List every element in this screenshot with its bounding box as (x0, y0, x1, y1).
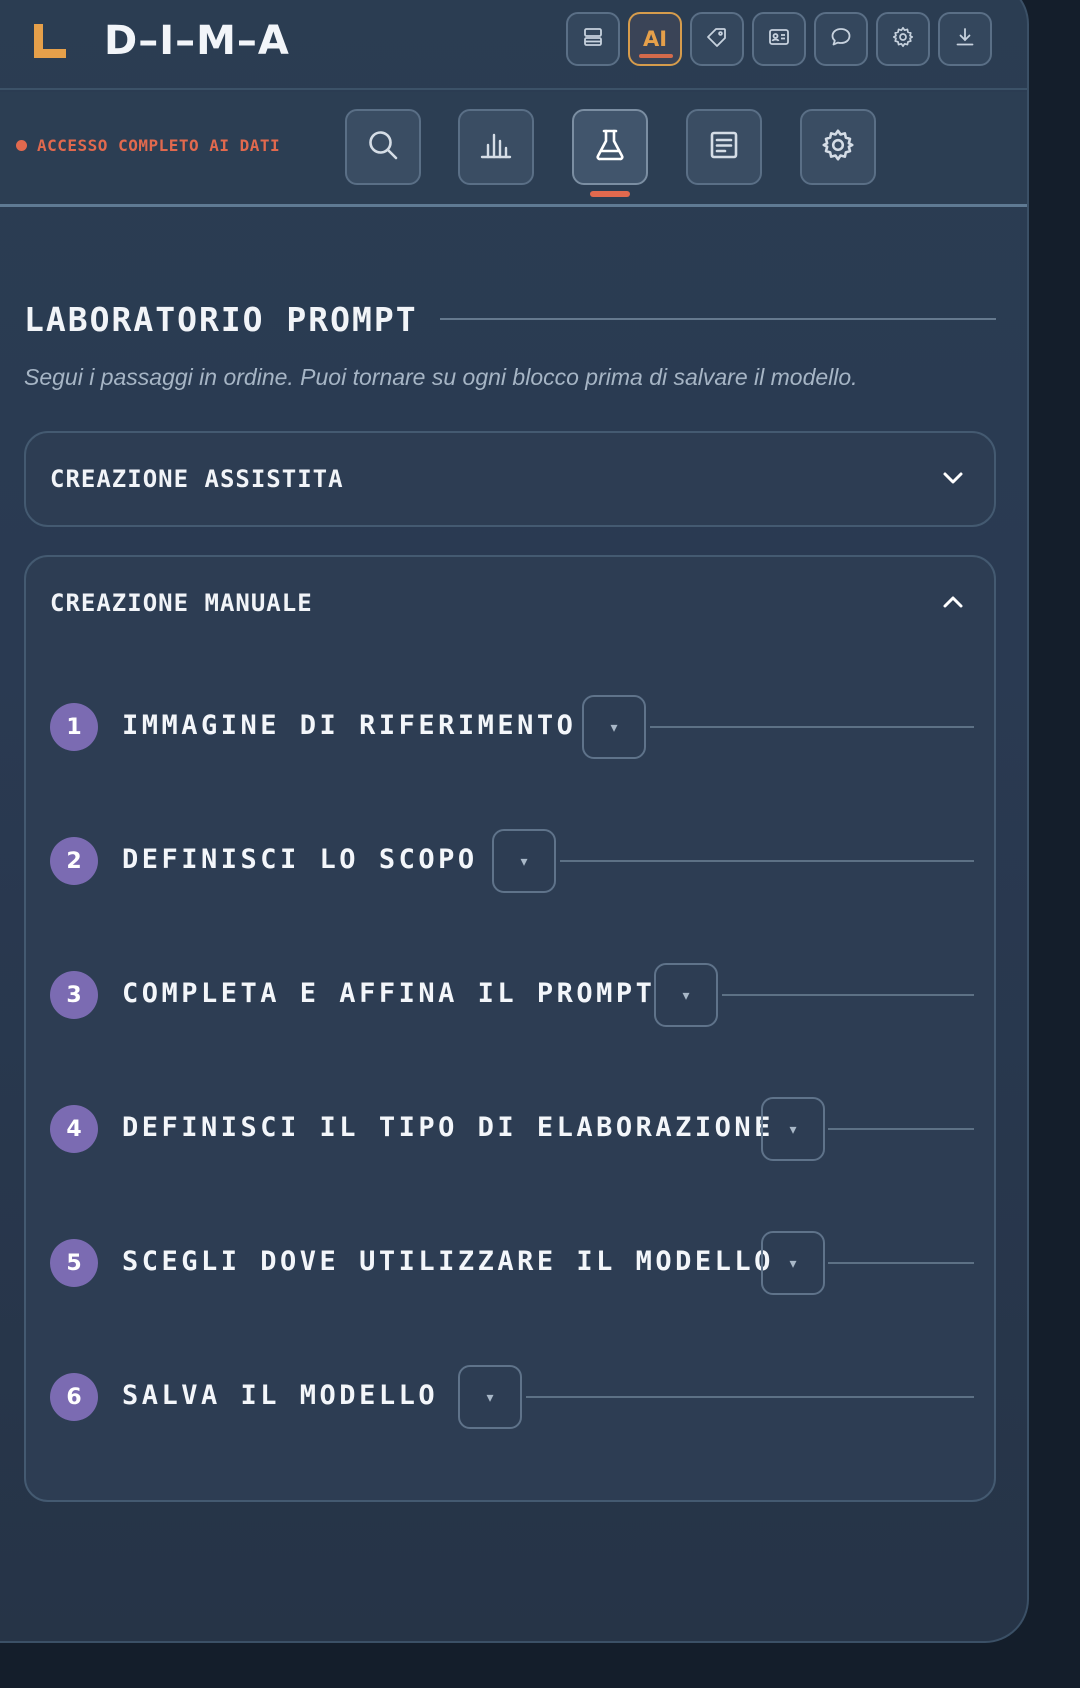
chat-icon (829, 25, 853, 54)
tag-button[interactable] (690, 12, 744, 66)
step-refine-prompt: 3 COMPLETA E AFFINA IL PROMPT ▾ (50, 963, 974, 1027)
database-icon (581, 25, 605, 54)
download-icon (953, 25, 977, 54)
ai-label: AI (642, 27, 668, 51)
id-card-icon (767, 25, 791, 54)
database-button[interactable] (566, 12, 620, 66)
step-save-model: 6 SALVA IL MODELLO ▾ (50, 1365, 974, 1429)
step-title: DEFINISCI LO SCOPO (122, 844, 478, 875)
step-toggle-button[interactable]: ▾ (458, 1365, 522, 1429)
step-number-badge: 5 (50, 1239, 98, 1287)
step-title: SALVA IL MODELLO (122, 1380, 439, 1411)
ai-button[interactable]: AI (628, 12, 682, 66)
id-card-button[interactable] (752, 12, 806, 66)
tab-lab[interactable] (572, 109, 648, 197)
app-panel: D–I–M–A AI ACCESSO COMPLETO AI DATI LABO… (0, 0, 1029, 1643)
tab-documents[interactable] (686, 109, 762, 185)
chevron-up-icon[interactable] (940, 589, 966, 615)
step-divider (722, 994, 974, 996)
tab-statistics[interactable] (458, 109, 534, 185)
step-title: DEFINISCI IL TIPO DI ELABORAZIONE (122, 1112, 774, 1143)
step-title: SCEGLI DOVE UTILIZZARE IL MODELLO (122, 1246, 774, 1277)
active-indicator (639, 54, 673, 58)
assisted-creation-header[interactable]: CREAZIONE ASSISTITA (50, 433, 344, 525)
page-subtitle: Segui i passaggi in ordine. Puoi tornare… (24, 364, 858, 390)
step-divider (828, 1262, 974, 1264)
access-status: ACCESSO COMPLETO AI DATI (16, 136, 280, 155)
active-tab-indicator (590, 191, 630, 197)
assisted-creation-card: CREAZIONE ASSISTITA (24, 431, 996, 527)
step-divider (650, 726, 974, 728)
step-number-badge: 6 (50, 1373, 98, 1421)
settings-button[interactable] (876, 12, 930, 66)
bar-chart-icon (478, 127, 514, 168)
tab-search[interactable] (345, 109, 421, 185)
step-reference-image: 1 IMMAGINE DI RIFERIMENTO ▾ (50, 695, 974, 759)
step-toggle-button[interactable]: ▾ (582, 695, 646, 759)
card-label: CREAZIONE ASSISTITA (50, 465, 344, 493)
document-icon (706, 127, 742, 168)
step-number-badge: 2 (50, 837, 98, 885)
step-divider (526, 1396, 974, 1398)
search-icon (365, 127, 401, 168)
step-title: IMMAGINE DI RIFERIMENTO (122, 710, 577, 741)
step-toggle-button[interactable]: ▾ (492, 829, 556, 893)
top-header: D–I–M–A AI (0, 2, 1027, 90)
logo-icon (34, 24, 66, 58)
step-title: COMPLETA E AFFINA IL PROMPT (122, 978, 656, 1009)
step-toggle-button[interactable]: ▾ (654, 963, 718, 1027)
step-toggle-button[interactable]: ▾ (761, 1231, 825, 1295)
section-nav: ACCESSO COMPLETO AI DATI (0, 92, 1027, 207)
page-title: LABORATORIO PROMPT (24, 300, 418, 339)
chevron-down-icon[interactable] (940, 465, 966, 491)
access-status-text: ACCESSO COMPLETO AI DATI (37, 136, 281, 155)
download-button[interactable] (938, 12, 992, 66)
card-label: CREAZIONE MANUALE (50, 589, 313, 617)
title-divider (440, 318, 996, 320)
step-toggle-button[interactable]: ▾ (761, 1097, 825, 1161)
tag-icon (705, 25, 729, 54)
step-divider (560, 860, 974, 862)
step-number-badge: 4 (50, 1105, 98, 1153)
step-define-scope: 2 DEFINISCI LO SCOPO ▾ (50, 829, 974, 893)
gear-icon (891, 25, 915, 54)
tab-settings[interactable] (800, 109, 876, 185)
status-dot-icon (16, 140, 27, 151)
chat-button[interactable] (814, 12, 868, 66)
manual-creation-header[interactable]: CREAZIONE MANUALE (50, 557, 313, 649)
manual-creation-card: CREAZIONE MANUALE 1 IMMAGINE DI RIFERIME… (24, 555, 996, 1502)
step-model-usage: 5 SCEGLI DOVE UTILIZZARE IL MODELLO ▾ (50, 1231, 974, 1295)
flask-icon (592, 127, 628, 168)
step-number-badge: 3 (50, 971, 98, 1019)
step-divider (828, 1128, 974, 1130)
step-number-badge: 1 (50, 703, 98, 751)
step-processing-type: 4 DEFINISCI IL TIPO DI ELABORAZIONE ▾ (50, 1097, 974, 1161)
app-title: D–I–M–A (104, 18, 290, 64)
gear-icon (820, 127, 856, 168)
